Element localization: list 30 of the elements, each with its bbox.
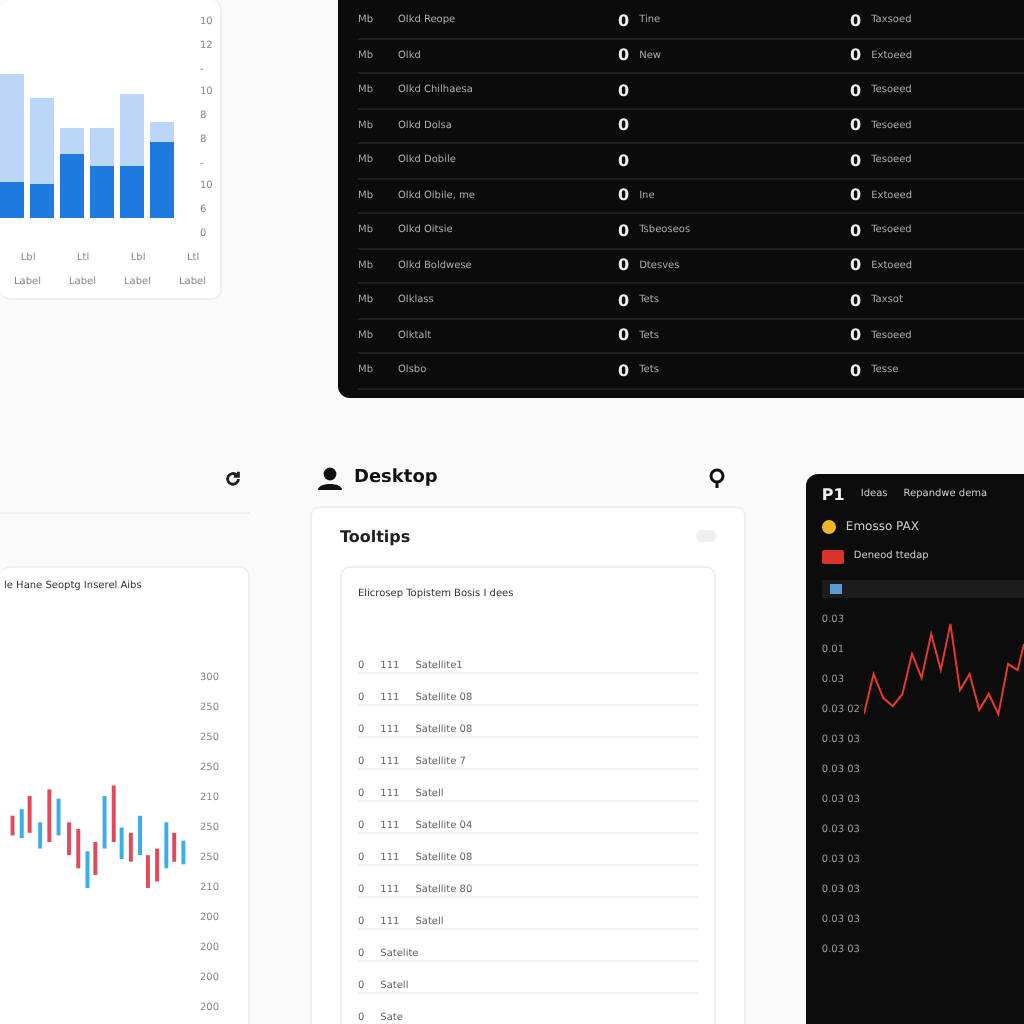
status-mark: 0 — [850, 81, 862, 100]
status-mark: 0 — [618, 46, 630, 65]
user-icon — [317, 465, 342, 489]
chart-type-icon[interactable] — [829, 583, 842, 593]
status-mark: 0 — [850, 11, 862, 30]
status-mark: 0 — [618, 186, 630, 205]
status-mark: 0 — [618, 326, 630, 345]
status-mark: 0 — [850, 46, 862, 65]
status-mark: 0 — [618, 291, 630, 310]
brand-label: P1 — [821, 485, 845, 503]
status-mark: 0 — [618, 11, 630, 30]
status-mark: 0 — [850, 291, 862, 310]
status-mark: 0 — [618, 256, 630, 275]
status-mark: 0 — [850, 151, 862, 170]
section-title: Tooltips — [339, 527, 411, 545]
status-mark: 0 — [850, 361, 862, 380]
status-mark: 0 — [618, 116, 630, 135]
status-mark: 0 — [850, 116, 862, 135]
status-mark: 0 — [618, 221, 630, 240]
status-mark: 0 — [618, 361, 630, 380]
status-mark: 0 — [850, 326, 862, 345]
status-mark: 0 — [618, 151, 630, 170]
status-mark: 0 — [850, 256, 862, 275]
status-mark: 0 — [850, 186, 862, 205]
refresh-icon[interactable] — [223, 469, 242, 487]
status-mark: 0 — [618, 81, 630, 100]
status-mark: 0 — [850, 221, 862, 240]
pin-icon[interactable] — [707, 467, 726, 487]
coin-icon — [821, 519, 836, 533]
panel-title: Desktop — [353, 467, 438, 487]
